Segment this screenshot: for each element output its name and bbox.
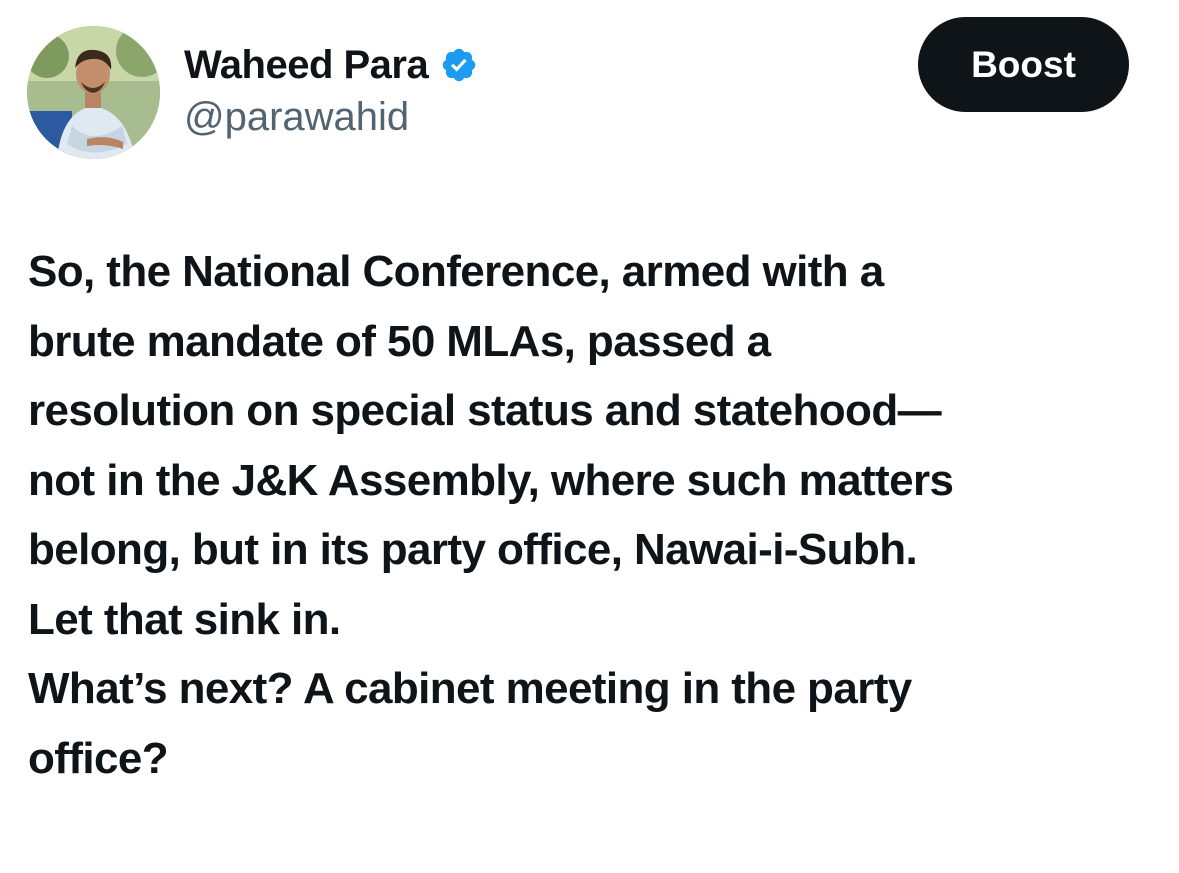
display-name[interactable]: Waheed Para (184, 43, 429, 88)
tweet-text-line: So, the National Conference, armed with … (28, 247, 884, 296)
author-handle[interactable]: @parawahid (184, 95, 409, 140)
tweet-text-line: not in the J&K Assembly, where such matt… (28, 455, 954, 505)
author-name-row[interactable]: Waheed Para (184, 40, 478, 90)
boost-button[interactable]: Boost (918, 17, 1129, 112)
tweet-text-line: resolution on special status and stateho… (28, 386, 942, 435)
tweet-text-line: belong, but in its party office, Nawai-i… (28, 525, 918, 574)
tweet-text: So, the National Conference, armed with … (28, 237, 1158, 793)
tweet-text-line: office? (28, 733, 169, 783)
tweet-text-line: Let that sink in. (28, 594, 341, 644)
tweet-text-line: What’s next? A cabinet meeting in the pa… (28, 664, 912, 713)
verified-badge-icon (443, 48, 476, 82)
tweet-text-line: brute mandate of 50 MLAs, passed a (28, 316, 771, 366)
profile-photo (27, 26, 160, 159)
avatar[interactable] (27, 26, 160, 159)
